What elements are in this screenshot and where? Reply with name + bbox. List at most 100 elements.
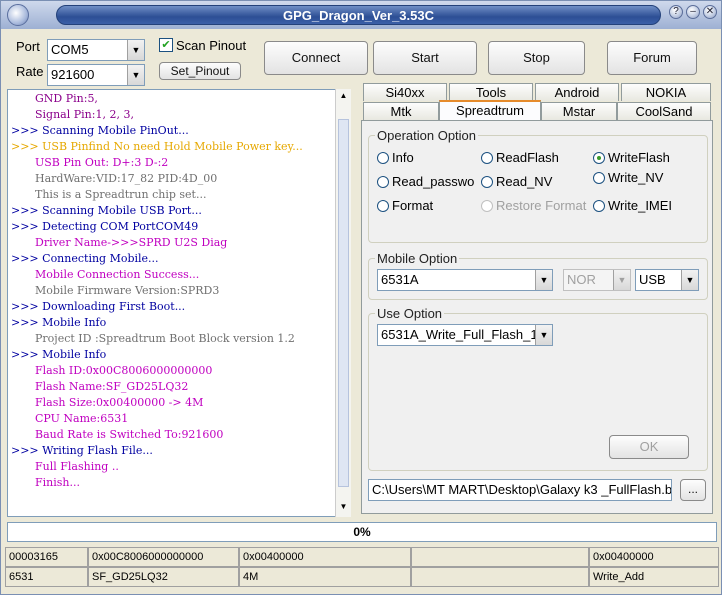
app-window: GPG_Dragon_Ver_3.53C ? – ✕ Port COM5 ▼ R… [0,0,722,595]
radio-info-label: Info [392,150,414,165]
mobile-model-select[interactable]: 6531A ▼ [377,269,553,291]
status-cell: 0x00400000 [239,547,411,567]
set-pinout-button[interactable]: Set_Pinout [159,62,241,80]
stop-button[interactable]: Stop [488,41,585,75]
port-type-select[interactable]: USB ▼ [635,269,699,291]
log-line: Project ID :Spreadtrum Boot Block versio… [35,332,295,345]
scroll-down-icon[interactable]: ▼ [338,502,349,513]
mobile-option-title: Mobile Option [375,251,460,266]
radio-icon [377,200,389,212]
radio-write-nv[interactable]: Write_NV [593,170,663,185]
close-icon[interactable]: ✕ [703,5,717,19]
browse-button[interactable]: ... [680,479,706,501]
status-cell: 6531 [5,567,88,587]
log-line: >>> Mobile Info [11,316,107,329]
log-line: HardWare:VID:17_82 PID:4D_00 [35,172,218,185]
radio-read-password-label: Read_passwo [392,174,475,189]
log-line: Finish... [35,476,80,489]
log-line: >>> Detecting COM PortCOM49 [11,220,199,233]
scan-pinout-label: Scan Pinout [176,38,247,53]
radio-readflash[interactable]: ReadFlash [481,150,559,165]
chevron-down-icon[interactable]: ▼ [127,40,144,60]
help-icon[interactable]: ? [669,5,683,19]
status-row-2: 6531 SF_GD25LQ32 4M Write_Add [5,567,719,587]
log-line: >>> Writing Flash File... [11,444,153,457]
port-value: COM5 [51,42,89,57]
radio-writeflash[interactable]: WriteFlash [593,150,670,165]
window-title: GPG_Dragon_Ver_3.53C [282,8,435,23]
log-line: CPU Name:6531 [35,412,129,425]
progress-text: 0% [353,525,371,539]
memory-type-value: NOR [567,272,596,287]
port-select[interactable]: COM5 ▼ [47,39,145,61]
radio-format[interactable]: Format [377,198,433,213]
radio-icon [377,176,389,188]
scroll-thumb[interactable] [338,119,349,487]
radio-icon [377,152,389,164]
status-cell: SF_GD25LQ32 [88,567,239,587]
status-cell: 4M [239,567,411,587]
log-line: >>> Scanning Mobile USB Port... [11,204,202,217]
log-line: Flash Name:SF_GD25LQ32 [35,380,189,393]
log-scrollbar[interactable]: ▲ ▼ [335,89,351,517]
log-line: >>> Scanning Mobile PinOut... [11,124,189,137]
title-banner: GPG_Dragon_Ver_3.53C [56,5,661,25]
tab-mtk[interactable]: Mtk [363,102,439,120]
use-mode-value: 6531A_Write_Full_Flash_1 [381,327,538,342]
use-mode-select[interactable]: 6531A_Write_Full_Flash_1 ▼ [377,324,553,346]
chevron-down-icon[interactable]: ▼ [127,65,144,85]
log-line: Flash Size:0x00400000 -> 4M [35,396,204,409]
minimize-icon[interactable]: – [686,5,700,19]
memory-type-select: NOR ▼ [563,269,631,291]
ok-button[interactable]: OK [609,435,689,459]
tab-android[interactable]: Android [535,83,619,101]
log-line: USB Pin Out: D+:3 D-:2 [35,156,169,169]
port-type-value: USB [639,272,666,287]
status-cell [411,567,589,587]
status-row-1: 00003165 0x00C8006000000000 0x00400000 0… [5,547,719,567]
tab-spreadtrum[interactable]: Spreadtrum [439,100,541,120]
radio-read-nv[interactable]: Read_NV [481,174,552,189]
use-option-title: Use Option [375,306,445,321]
status-cell: 0x00C8006000000000 [88,547,239,567]
mobile-option-group: Mobile Option 6531A ▼ NOR ▼ USB ▼ [368,251,708,300]
tab-coolsand[interactable]: CoolSand [617,102,711,120]
log-line: >>> Connecting Mobile... [11,252,159,265]
log-line: >>> USB Pinfind No need Hold Mobile Powe… [11,140,303,153]
status-cell: Write_Add [589,567,719,587]
chevron-down-icon[interactable]: ▼ [535,325,552,345]
status-cell: 0x00400000 [589,547,719,567]
radio-selected-icon [593,152,605,164]
scroll-up-icon[interactable]: ▲ [338,91,349,102]
tab-panel: Operation Option Info ReadFlash WriteFla… [361,120,713,514]
radio-info[interactable]: Info [377,150,414,165]
log-line: Mobile Connection Success... [35,268,200,281]
tab-mstar[interactable]: Mstar [541,102,617,120]
chevron-down-icon: ▼ [613,270,630,290]
tab-nokia[interactable]: NOKIA [621,83,711,101]
radio-icon [593,200,605,212]
title-bar: GPG_Dragon_Ver_3.53C ? – ✕ [1,1,721,29]
operation-option-group: Operation Option Info ReadFlash WriteFla… [368,128,708,243]
start-button[interactable]: Start [373,41,477,75]
chevron-down-icon[interactable]: ▼ [681,270,698,290]
log-panel[interactable]: GND Pin:5, Signal Pin:1, 2, 3, >>> Scannin… [7,89,351,517]
mobile-model-value: 6531A [381,272,419,287]
rate-label: Rate [16,64,44,79]
radio-readflash-label: ReadFlash [496,150,559,165]
tab-si40xx[interactable]: Si40xx [363,83,447,101]
radio-icon [593,172,605,184]
connect-button[interactable]: Connect [264,41,368,75]
tab-tools[interactable]: Tools [449,83,533,101]
radio-read-password[interactable]: Read_passwo [377,174,481,189]
status-cell: 00003165 [5,547,88,567]
rate-select[interactable]: 921600 ▼ [47,64,145,86]
chevron-down-icon[interactable]: ▼ [535,270,552,290]
log-line: >>> Mobile Info [11,348,107,361]
log-line: Driver Name->>>SPRD U2S Diag [35,236,228,249]
scan-pinout-checkbox[interactable]: ✔ [159,38,173,52]
radio-write-imei[interactable]: Write_IMEI [593,198,672,213]
log-line: Flash ID:0x00C8006000000000 [35,364,213,377]
forum-button[interactable]: Forum [607,41,697,75]
file-path-field[interactable]: C:\Users\MT MART\Desktop\Galaxy k3 _Full… [368,479,672,501]
